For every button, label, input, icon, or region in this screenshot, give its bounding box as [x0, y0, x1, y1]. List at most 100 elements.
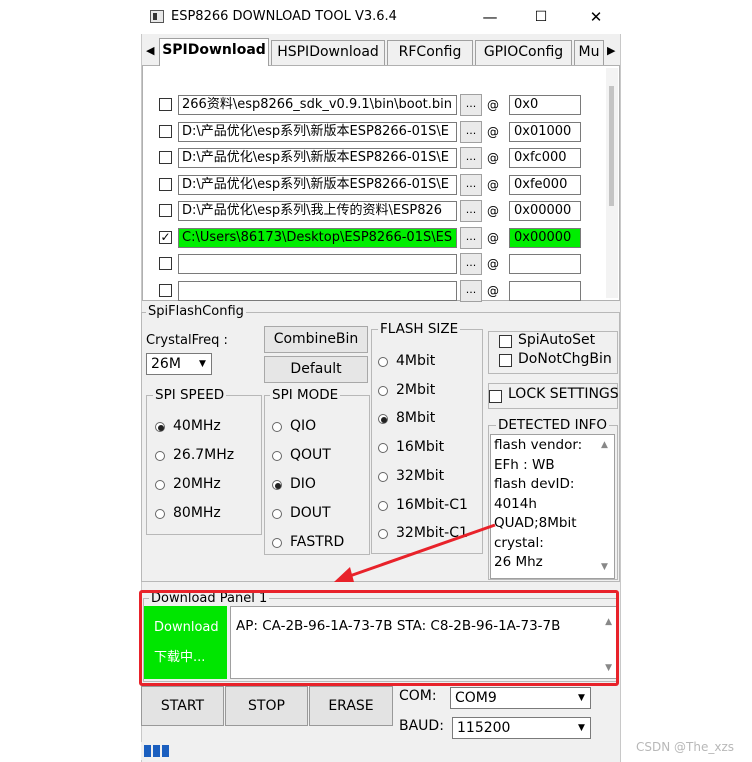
file-path-input[interactable]: D:\产品优化\esp系列\新版本ESP8266-01S\E: [178, 175, 457, 195]
browse-button[interactable]: ...: [460, 280, 482, 302]
flash-size-option-label: 2Mbit: [396, 382, 436, 398]
flash-address-input[interactable]: 0x00000: [509, 228, 581, 248]
at-label: @: [487, 178, 499, 192]
tab-scroll-left-icon[interactable]: ◀: [146, 44, 154, 57]
app-icon: [150, 10, 164, 23]
file-checkbox[interactable]: [159, 178, 172, 191]
browse-button[interactable]: ...: [460, 174, 482, 196]
spi-mode-radio[interactable]: [272, 451, 282, 461]
combine-bin-button[interactable]: CombineBin: [264, 326, 368, 353]
com-select[interactable]: COM9 ▼: [450, 687, 591, 709]
spi-mode-radio[interactable]: [272, 509, 282, 519]
baud-select[interactable]: 115200 ▼: [452, 717, 591, 739]
spi-speed-radio[interactable]: [155, 451, 165, 461]
scroll-up-icon[interactable]: ▲: [601, 440, 608, 450]
at-label: @: [487, 284, 499, 298]
at-label: @: [487, 125, 499, 139]
detected-info-line: flash vendor:: [494, 437, 583, 453]
at-label: @: [487, 151, 499, 165]
spi-auto-set-checkbox[interactable]: [499, 335, 512, 348]
flash-size-radio[interactable]: [378, 357, 388, 367]
file-path-input[interactable]: D:\产品优化\esp系列\我上传的资料\ESP826: [178, 201, 457, 221]
file-path-input[interactable]: C:\Users\86173\Desktop\ESP8266-01S\ES: [178, 228, 457, 248]
file-checkbox[interactable]: [159, 125, 172, 138]
spi-mode-radio[interactable]: [272, 538, 282, 548]
browse-button[interactable]: ...: [460, 147, 482, 169]
flash-size-option-label: 4Mbit: [396, 353, 436, 369]
flash-size-radio[interactable]: [378, 386, 388, 396]
flash-address-input[interactable]: 0xfe000: [509, 175, 581, 195]
tab-spidownload[interactable]: SPIDownload: [159, 38, 269, 66]
close-icon[interactable]: ✕: [576, 4, 616, 30]
file-checkbox[interactable]: ✓: [159, 231, 172, 244]
flash-size-radio[interactable]: [378, 414, 388, 424]
erase-button[interactable]: ERASE: [309, 686, 393, 726]
spi-speed-radio[interactable]: [155, 509, 165, 519]
detected-info-line: EFh : WB: [494, 457, 555, 473]
flash-address-input[interactable]: [509, 281, 581, 301]
spi-speed-radio[interactable]: [155, 422, 165, 432]
browse-button[interactable]: ...: [460, 200, 482, 222]
file-path-input[interactable]: D:\产品优化\esp系列\新版本ESP8266-01S\E: [178, 148, 457, 168]
spi-speed-label: SPI SPEED: [153, 387, 227, 403]
scroll-down-icon[interactable]: ▼: [601, 562, 608, 572]
file-checkbox[interactable]: [159, 151, 172, 164]
minimize-icon[interactable]: —: [470, 4, 510, 30]
spi-speed-option-label: 26.7MHz: [173, 447, 235, 463]
browse-button[interactable]: ...: [460, 94, 482, 116]
file-checkbox[interactable]: [159, 98, 172, 111]
progress-block: [153, 745, 160, 757]
flash-address-input[interactable]: [509, 254, 581, 274]
detected-info-line: flash devID:: [494, 476, 575, 492]
spi-auto-set-label: SpiAutoSet: [518, 332, 596, 348]
browse-button[interactable]: ...: [460, 253, 482, 275]
file-checkbox[interactable]: [159, 284, 172, 297]
file-checkbox[interactable]: [159, 257, 172, 270]
spi-mode-option-label: QIO: [290, 418, 317, 434]
at-label: @: [487, 231, 499, 245]
chevron-down-icon: ▼: [574, 719, 589, 737]
do-not-chg-bin-checkbox[interactable]: [499, 354, 512, 367]
flash-size-radio[interactable]: [378, 443, 388, 453]
start-button[interactable]: START: [141, 686, 224, 726]
tab-rfconfig[interactable]: RFConfig: [387, 40, 473, 65]
tab-hspidownload[interactable]: HSPIDownload: [271, 40, 385, 65]
flash-address-input[interactable]: 0x01000: [509, 122, 581, 142]
flash-address-input[interactable]: 0x0: [509, 95, 581, 115]
spi-flash-config-label: SpiFlashConfig: [146, 304, 246, 319]
file-path-input[interactable]: [178, 254, 457, 274]
browse-button[interactable]: ...: [460, 121, 482, 143]
tab-gpioconfig[interactable]: GPIOConfig: [475, 40, 572, 65]
spi-speed-option-label: 20MHz: [173, 476, 221, 492]
file-list-scrollbar[interactable]: [606, 68, 618, 298]
crystal-freq-select[interactable]: 26M ▼: [146, 353, 212, 375]
spi-mode-radio[interactable]: [272, 422, 282, 432]
flash-size-radio[interactable]: [378, 501, 388, 511]
spi-mode-option-label: DIO: [290, 476, 316, 492]
lock-settings-checkbox[interactable]: [489, 390, 502, 403]
flash-size-radio[interactable]: [378, 472, 388, 482]
spi-mode-option-label: QOUT: [290, 447, 331, 463]
file-path-input[interactable]: D:\产品优化\esp系列\新版本ESP8266-01S\E: [178, 122, 457, 142]
file-path-input[interactable]: [178, 281, 457, 301]
progress-block: [162, 745, 169, 757]
at-label: @: [487, 257, 499, 271]
spi-mode-label: SPI MODE: [270, 387, 341, 403]
stop-button[interactable]: STOP: [225, 686, 308, 726]
flash-address-input[interactable]: 0x00000: [509, 201, 581, 221]
spi-speed-option-label: 40MHz: [173, 418, 221, 434]
maximize-icon[interactable]: ☐: [521, 4, 561, 30]
file-path-input[interactable]: 266资料\esp8266_sdk_v0.9.1\bin\boot.bin: [178, 95, 457, 115]
baud-label: BAUD:: [399, 718, 444, 734]
flash-address-input[interactable]: 0xfc000: [509, 148, 581, 168]
spi-mode-radio[interactable]: [272, 480, 282, 490]
flash-size-option-label: 16Mbit: [396, 439, 445, 455]
file-checkbox[interactable]: [159, 204, 172, 217]
detected-info-label: DETECTED INFO: [496, 417, 610, 433]
browse-button[interactable]: ...: [460, 227, 482, 249]
chevron-down-icon: ▼: [574, 689, 589, 707]
tab-more[interactable]: Mu: [574, 40, 604, 65]
tab-scroll-right-icon[interactable]: ▶: [607, 44, 615, 57]
spi-speed-radio[interactable]: [155, 480, 165, 490]
default-button[interactable]: Default: [264, 356, 368, 383]
